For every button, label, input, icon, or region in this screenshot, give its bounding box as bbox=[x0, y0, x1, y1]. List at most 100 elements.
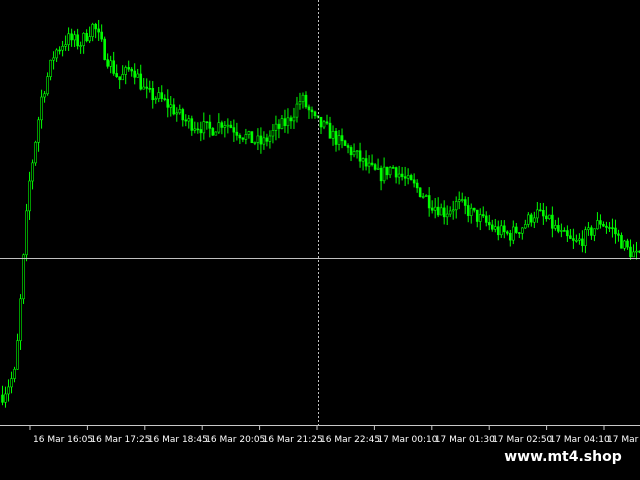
candle-body bbox=[424, 195, 428, 197]
candle-body bbox=[25, 210, 28, 256]
candle-body bbox=[521, 227, 524, 234]
candle-body bbox=[533, 217, 536, 223]
candle-body bbox=[169, 104, 173, 108]
candle-body bbox=[22, 254, 25, 300]
candle-body bbox=[259, 135, 263, 145]
candle-body bbox=[289, 117, 293, 122]
candle-body bbox=[205, 121, 209, 123]
candle-body bbox=[7, 386, 10, 395]
candle-body bbox=[13, 368, 16, 379]
candle-body bbox=[124, 67, 127, 75]
time-axis-tick-label: 16 Mar 16:05 bbox=[33, 435, 93, 445]
candle-body bbox=[37, 119, 40, 143]
candle-body bbox=[454, 201, 458, 211]
candle-body bbox=[361, 158, 365, 162]
candle-body bbox=[593, 228, 596, 236]
candle-body bbox=[427, 195, 431, 209]
candle-body bbox=[584, 229, 587, 246]
candle-body bbox=[548, 214, 551, 220]
candle-body bbox=[355, 150, 359, 153]
price-chart[interactable]: 16 Mar 16:0516 Mar 17:2516 Mar 18:4516 M… bbox=[0, 0, 640, 480]
candle-body bbox=[472, 207, 476, 211]
candle-body bbox=[590, 227, 593, 236]
candle-body bbox=[484, 215, 488, 223]
candle-body bbox=[280, 118, 284, 129]
candle-body bbox=[460, 199, 464, 201]
candle-body bbox=[358, 150, 362, 162]
candle-body bbox=[578, 238, 581, 241]
candle-body bbox=[632, 251, 635, 258]
candle-body bbox=[421, 196, 425, 198]
candle-body bbox=[608, 227, 611, 229]
candle-body bbox=[106, 59, 109, 67]
candle-body bbox=[121, 74, 124, 81]
candle-body bbox=[217, 122, 221, 133]
candle-body bbox=[103, 38, 106, 60]
candle-body bbox=[100, 31, 103, 40]
candle-body bbox=[502, 225, 506, 233]
candle-body bbox=[433, 206, 437, 211]
candle-body bbox=[557, 225, 560, 232]
candle-body bbox=[505, 231, 509, 234]
candle-body bbox=[322, 121, 326, 128]
candle-body bbox=[148, 88, 152, 90]
candle-body bbox=[542, 210, 545, 217]
candle-body bbox=[415, 182, 419, 189]
candle-body bbox=[109, 60, 112, 67]
candle-body bbox=[364, 158, 368, 167]
time-axis-line bbox=[0, 425, 640, 426]
candle-body bbox=[172, 104, 176, 115]
candle-body bbox=[61, 46, 64, 51]
candle-body bbox=[331, 131, 335, 139]
candle-body bbox=[409, 175, 413, 181]
candle-body bbox=[569, 235, 572, 239]
candle-body bbox=[136, 73, 140, 78]
candle-body bbox=[139, 73, 143, 90]
candle-body bbox=[536, 209, 539, 219]
candle-body bbox=[130, 68, 134, 72]
candle-body bbox=[244, 134, 248, 140]
candle-body bbox=[94, 23, 97, 30]
watermark-badge: www.mt4.shop bbox=[497, 445, 629, 469]
candle-body bbox=[527, 214, 530, 225]
candle-body bbox=[235, 131, 239, 136]
candle-body bbox=[211, 128, 215, 136]
candle-body bbox=[614, 227, 617, 235]
candle-body bbox=[493, 226, 497, 230]
candle-body bbox=[238, 135, 242, 139]
candle-body bbox=[85, 33, 88, 42]
candle-body bbox=[487, 222, 491, 226]
candle-body bbox=[490, 224, 494, 230]
time-axis-tick-label: 17 Mar 00:10 bbox=[377, 435, 437, 445]
candle-body bbox=[379, 167, 383, 182]
candle-body bbox=[436, 206, 440, 216]
candle-body bbox=[223, 125, 227, 128]
candle-body bbox=[463, 199, 467, 206]
candle-body bbox=[49, 59, 52, 77]
candle-body bbox=[620, 235, 623, 249]
candle-body bbox=[208, 121, 212, 129]
candle-body bbox=[64, 44, 67, 47]
candle-body bbox=[626, 240, 629, 248]
time-axis-tick-label: 17 Mar 04:10 bbox=[550, 435, 610, 445]
candle-body bbox=[43, 93, 46, 98]
candle-body bbox=[145, 86, 149, 89]
candle-body bbox=[554, 225, 557, 229]
candle-body bbox=[256, 135, 260, 143]
candle-body bbox=[442, 207, 446, 218]
candle-body bbox=[157, 92, 161, 99]
candle-body bbox=[373, 164, 377, 170]
price-chart-window[interactable]: 16 Mar 16:05 16 Mar 17:25 16 Mar 18:45 16 M… bbox=[0, 0, 640, 480]
candle-body bbox=[229, 124, 233, 128]
candle-body bbox=[572, 238, 575, 241]
candle-body bbox=[40, 96, 43, 121]
candle-body bbox=[115, 73, 118, 78]
candle-body bbox=[10, 378, 13, 388]
candle-body bbox=[611, 227, 614, 229]
candle-body bbox=[466, 205, 470, 216]
candle-body bbox=[97, 28, 100, 33]
candle-body bbox=[328, 122, 332, 139]
candle-body bbox=[88, 36, 91, 42]
candle-body bbox=[175, 112, 179, 115]
candle-body bbox=[596, 220, 599, 230]
